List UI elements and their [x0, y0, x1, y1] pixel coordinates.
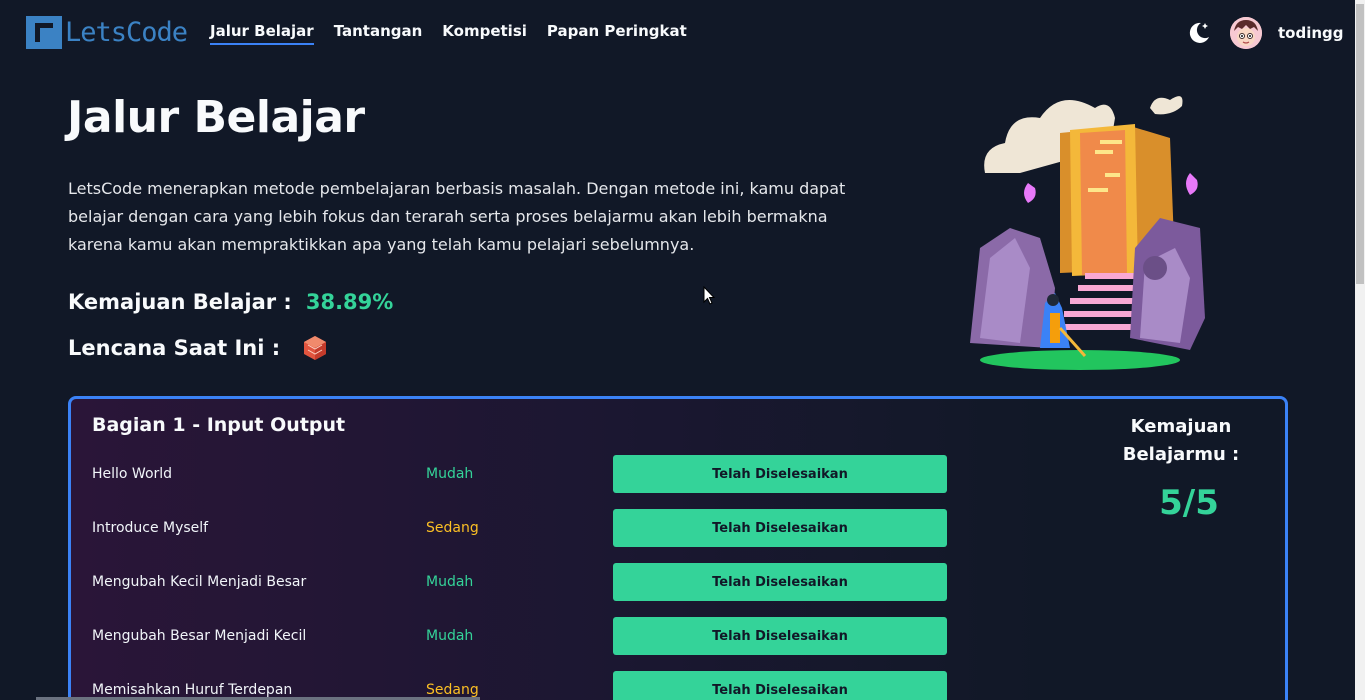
challenge-name[interactable]: Mengubah Kecil Menjadi Besar: [92, 574, 306, 590]
nav-link-jalur-belajar[interactable]: Jalur Belajar: [210, 22, 314, 45]
progress-label: Kemajuan Belajar :: [68, 290, 292, 314]
badge-label: Lencana Saat Ini :: [68, 336, 281, 360]
section-card: Bagian 1 - Input Output Hello World Muda…: [68, 396, 1288, 700]
learning-progress: Kemajuan Belajar : 38.89%: [68, 290, 393, 314]
difficulty-label: Mudah: [426, 628, 474, 644]
completed-button[interactable]: Telah Diselesaikan: [613, 617, 947, 655]
mouse-cursor-icon: [703, 286, 715, 305]
temple-illustration: [970, 96, 1205, 370]
difficulty-label: Sedang: [426, 682, 479, 698]
list-item: Mengubah Kecil Menjadi Besar Mudah Telah…: [92, 563, 947, 601]
difficulty-label: Sedang: [426, 520, 479, 536]
cube-badge-icon: [304, 336, 327, 360]
nav-link-tantangan[interactable]: Tantangan: [334, 22, 423, 45]
page-title: Jalur Belajar: [67, 92, 365, 143]
completed-button[interactable]: Telah Diselesaikan: [613, 563, 947, 601]
list-item: Memisahkan Huruf Terdepan Sedang Telah D…: [92, 671, 947, 700]
challenge-name[interactable]: Mengubah Besar Menjadi Kecil: [92, 628, 306, 644]
current-badge: Lencana Saat Ini :: [68, 334, 328, 362]
challenge-name[interactable]: Memisahkan Huruf Terdepan: [92, 682, 292, 698]
avatar-face-icon: [1230, 17, 1262, 49]
logo-mark-icon: [26, 16, 62, 49]
nav-links: Jalur Belajar Tantangan Kompetisi Papan …: [210, 22, 707, 45]
difficulty-label: Mudah: [426, 574, 474, 590]
intro-text: LetsCode menerapkan metode pembelajaran …: [68, 179, 846, 254]
nav-link-kompetisi[interactable]: Kompetisi: [442, 22, 527, 45]
section-progress-title: Kemajuan Belajarmu :: [1122, 416, 1240, 465]
navbar: LetsCode Jalur Belajar Tantangan Kompeti…: [0, 0, 1355, 66]
challenge-name[interactable]: Introduce Myself: [92, 520, 208, 536]
section-progress-count: 5/5: [1159, 483, 1219, 523]
vertical-scrollbar[interactable]: [1355, 0, 1365, 700]
scrollbar-thumb[interactable]: [1356, 4, 1364, 284]
progress-value: 38.89%: [305, 290, 394, 314]
completed-button[interactable]: Telah Diselesaikan: [613, 509, 947, 547]
list-item: Introduce Myself Sedang Telah Diselesaik…: [92, 509, 947, 547]
avatar[interactable]: [1230, 17, 1262, 49]
username[interactable]: todingg: [1278, 24, 1344, 42]
difficulty-label: Mudah: [426, 466, 474, 482]
nav-link-papan-peringkat[interactable]: Papan Peringkat: [547, 22, 687, 45]
moon-icon[interactable]: [1186, 20, 1212, 46]
challenge-name[interactable]: Hello World: [92, 466, 172, 482]
logo[interactable]: LetsCode: [26, 16, 188, 49]
logo-text: LetsCode: [65, 17, 188, 48]
completed-button[interactable]: Telah Diselesaikan: [613, 455, 947, 493]
list-item: Mengubah Besar Menjadi Kecil Mudah Telah…: [92, 617, 947, 655]
completed-button[interactable]: Telah Diselesaikan: [613, 671, 947, 700]
section-title: Bagian 1 - Input Output: [92, 414, 346, 436]
list-item: Hello World Mudah Telah Diselesaikan: [92, 455, 947, 493]
